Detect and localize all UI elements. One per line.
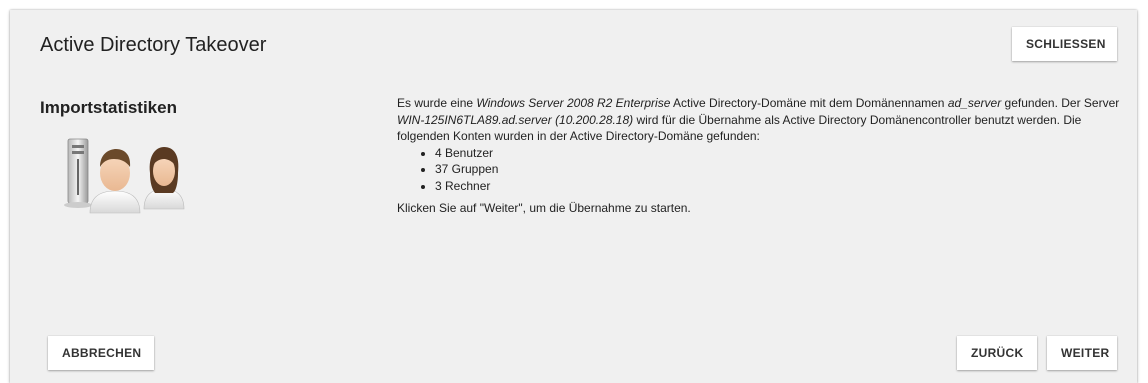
server-name: WIN-125IN6TLA89.ad.server (10.200.28.18) bbox=[397, 112, 634, 127]
summary-text-part: Active Directory-Domäne mit dem Domänenn… bbox=[670, 96, 948, 110]
sidebar-title: Importstatistiken bbox=[40, 98, 177, 117]
summary-text: Es wurde eine Windows Server 2008 R2 Ent… bbox=[397, 95, 1132, 145]
os-name: Windows Server 2008 R2 Enterprise bbox=[476, 96, 671, 110]
close-button[interactable]: SCHLIESSEN bbox=[1012, 27, 1117, 61]
server-users-illustration bbox=[64, 138, 185, 214]
list-item: 37 Gruppen bbox=[435, 161, 1132, 178]
instruction-text: Klicken Sie auf "Weiter", um die Übernah… bbox=[397, 201, 691, 215]
next-button[interactable]: WEITER bbox=[1047, 336, 1117, 370]
takeover-dialog: Active Directory Takeover SCHLIESSEN Imp… bbox=[10, 10, 1137, 383]
account-list: 4 Benutzer 37 Gruppen 3 Rechner bbox=[397, 145, 1132, 195]
summary-text-part: Es wurde eine bbox=[397, 96, 477, 110]
domain-name: ad_server bbox=[947, 96, 1002, 110]
dialog-title: Active Directory Takeover bbox=[40, 34, 267, 56]
list-item: 3 Rechner bbox=[435, 178, 1132, 195]
server-users-icon bbox=[60, 135, 200, 215]
back-button[interactable]: ZURÜCK bbox=[957, 336, 1037, 370]
cancel-button[interactable]: ABBRECHEN bbox=[48, 336, 154, 370]
list-item: 4 Benutzer bbox=[435, 145, 1132, 162]
summary-text-part: gefunden. Der Server bbox=[1001, 96, 1120, 110]
summary-content: Es wurde eine Windows Server 2008 R2 Ent… bbox=[397, 95, 1132, 217]
